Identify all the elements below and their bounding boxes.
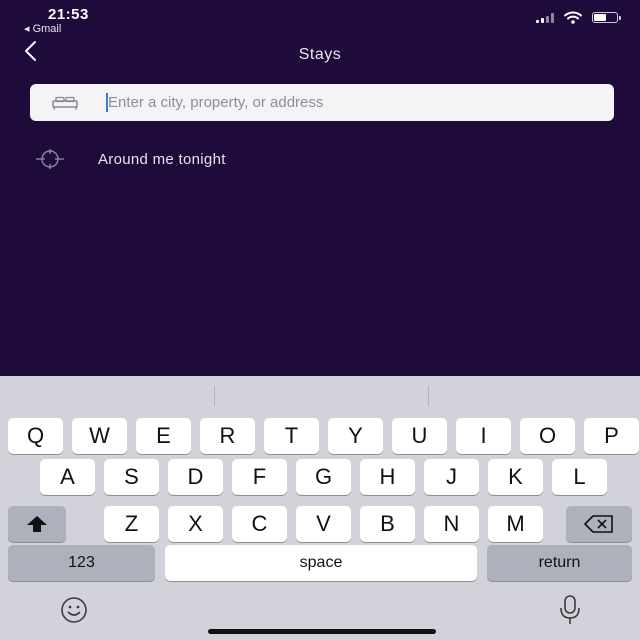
shift-icon [27,516,47,532]
space-key[interactable]: space [165,545,477,581]
key-s[interactable]: S [104,459,159,495]
key-k[interactable]: K [488,459,543,495]
search-field[interactable] [30,84,614,121]
emoji-icon [61,597,87,623]
key-y[interactable]: Y [328,418,383,454]
keyboard: QWERTYUIOP ASDFGHJKL ZXCVBNM 123 space r… [0,376,640,640]
dictation-button[interactable] [548,594,592,626]
key-t[interactable]: T [264,418,319,454]
key-i[interactable]: I [456,418,511,454]
delete-key[interactable] [566,506,632,542]
key-g[interactable]: G [296,459,351,495]
crosshair-icon [36,149,64,169]
suggestion-divider [428,386,429,406]
return-key[interactable]: return [487,545,632,581]
key-d[interactable]: D [168,459,223,495]
key-b[interactable]: B [360,506,415,542]
suggestion-around-me-tonight[interactable]: Around me tonight [30,143,430,175]
numbers-key[interactable]: 123 [8,545,155,581]
key-f[interactable]: F [232,459,287,495]
battery-level [594,14,606,21]
home-indicator [208,629,436,634]
key-w[interactable]: W [72,418,127,454]
back-to-gmail-link[interactable]: ◂ Gmail [24,22,61,35]
shift-key[interactable] [8,506,66,542]
key-r[interactable]: R [200,418,255,454]
cellular-signal-icon [536,12,554,23]
suggestion-label: Around me tonight [98,151,226,168]
battery-icon [592,12,621,23]
bed-icon [52,96,78,110]
page-title: Stays [298,46,342,63]
key-z[interactable]: Z [104,506,159,542]
key-v[interactable]: V [296,506,351,542]
key-e[interactable]: E [136,418,191,454]
key-u[interactable]: U [392,418,447,454]
search-input[interactable] [108,88,598,116]
key-h[interactable]: H [360,459,415,495]
backspace-icon [584,515,613,533]
key-m[interactable]: M [488,506,543,542]
key-n[interactable]: N [424,506,479,542]
suggestion-divider [214,386,215,406]
status-icons [536,11,621,24]
key-o[interactable]: O [520,418,575,454]
key-x[interactable]: X [168,506,223,542]
emoji-button[interactable] [52,596,96,624]
key-j[interactable]: J [424,459,479,495]
key-p[interactable]: P [584,418,639,454]
key-q[interactable]: Q [8,418,63,454]
wifi-icon [564,11,582,24]
key-a[interactable]: A [40,459,95,495]
key-l[interactable]: L [552,459,607,495]
microphone-icon [560,595,580,624]
status-time: 21:53 [48,6,89,23]
key-c[interactable]: C [232,506,287,542]
